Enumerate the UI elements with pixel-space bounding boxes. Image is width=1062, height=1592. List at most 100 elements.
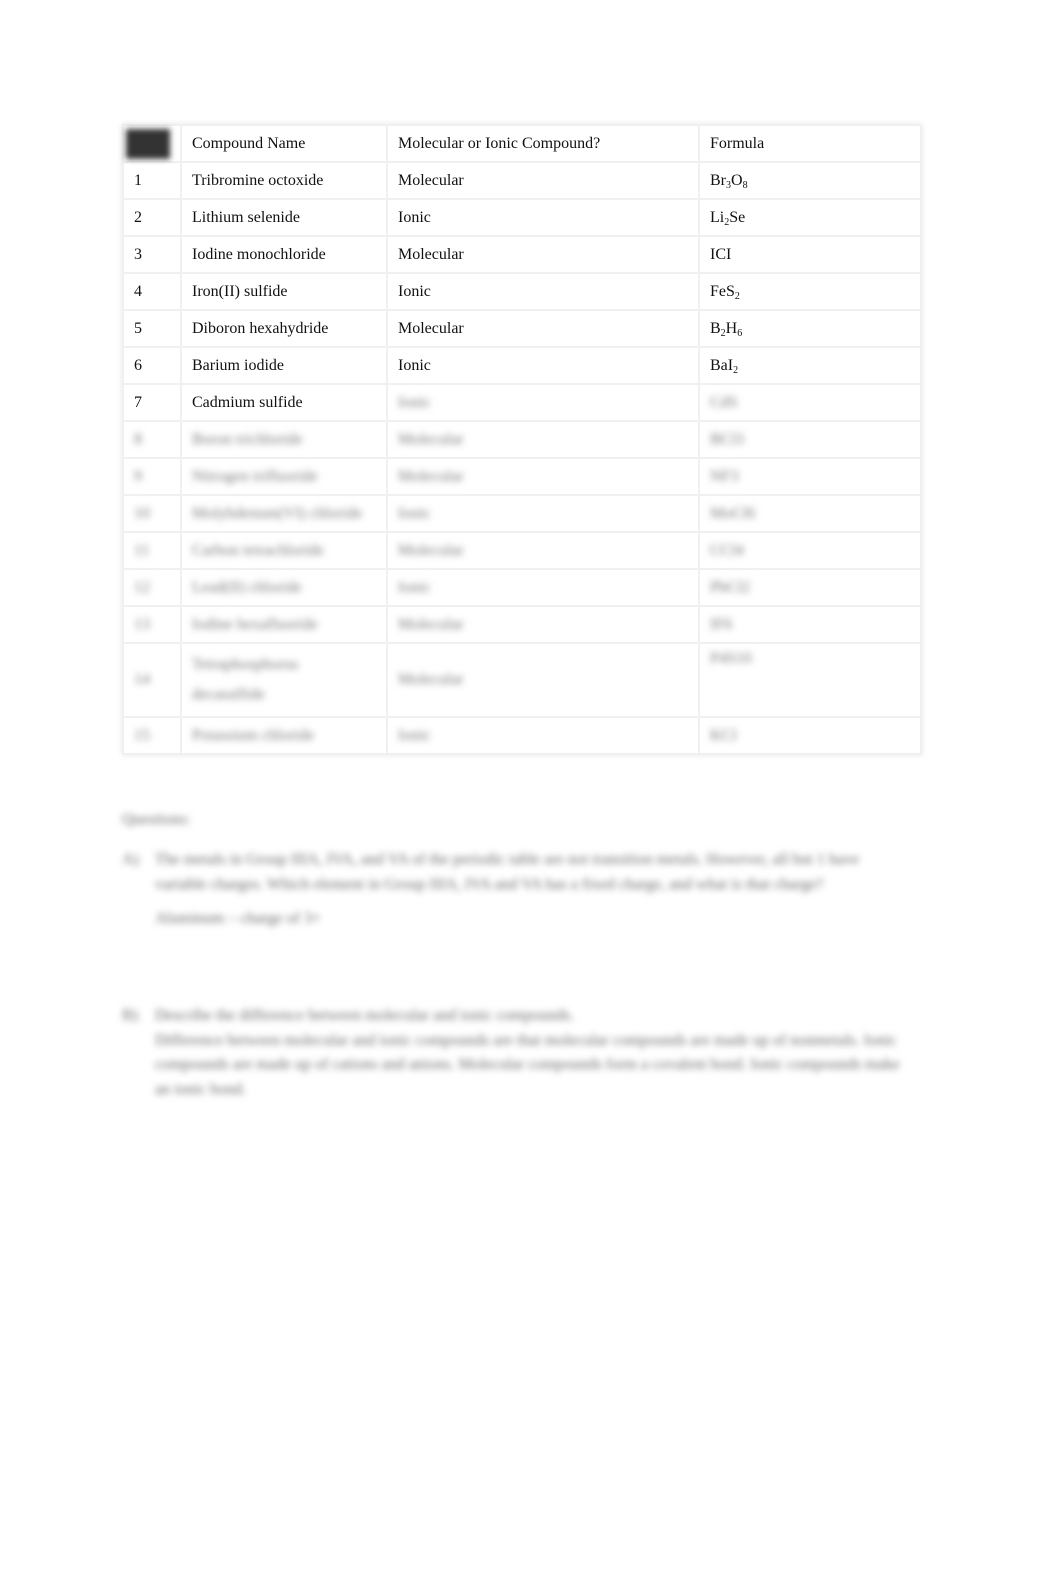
- compound-name-cell: Boron trichloride: [180, 420, 388, 459]
- formula: BCl3: [710, 431, 744, 448]
- formula: MoCl6: [710, 505, 755, 522]
- formula-part: H: [725, 319, 738, 337]
- compound-name-cell: Iron(II) sulfide: [180, 272, 388, 311]
- formula-part: PbCl2: [710, 578, 751, 596]
- question-b-label: B): [122, 1007, 138, 1024]
- formula-cell: PbCl2: [698, 568, 922, 607]
- formula-part: BCl3: [710, 430, 744, 448]
- row-number-cell: 11: [122, 531, 182, 570]
- formula-cell: Li2Se: [698, 198, 922, 237]
- compound-type-cell: Molecular: [386, 420, 700, 459]
- compound-name-cell: Iodine hexafluoride: [180, 605, 388, 644]
- compound-name-cell: Potassium chloride: [180, 716, 388, 755]
- table-row: 1 Tribromine octoxide Molecular Br3O8: [122, 161, 922, 200]
- compound-type-cell: Molecular: [386, 457, 700, 496]
- row-number-cell: 8: [122, 420, 182, 459]
- formula-cell: B2H6: [698, 309, 922, 348]
- row-number: 1: [134, 171, 142, 189]
- compound-type-cell: Ionic: [386, 346, 700, 385]
- formula-part: IF6: [710, 615, 733, 633]
- table-row: 3 Iodine monochloride Molecular ICI: [122, 235, 922, 274]
- compound-type: Molecular: [398, 430, 464, 448]
- compound-name-cell: Tetraphosphorus decasulfide: [180, 642, 388, 718]
- compound-name-cell: Diboron hexahydride: [180, 309, 388, 348]
- formula-cell: IF6: [698, 605, 922, 644]
- header-type: Molecular or Ionic Compound?: [386, 124, 700, 163]
- formula-part: 8: [742, 179, 748, 191]
- formula-part: FeS: [710, 282, 735, 300]
- formula-part: NF3: [710, 467, 739, 485]
- compound-type-cell: Ionic: [386, 568, 700, 607]
- row-number-cell: 2: [122, 198, 182, 237]
- table-row: 4 Iron(II) sulfide Ionic FeS2: [122, 272, 922, 311]
- compound-name-cell: Barium iodide: [180, 346, 388, 385]
- table-row: 11 Carbon tetrachloride Molecular CCl4: [122, 531, 922, 570]
- compound-type: Molecular: [398, 245, 464, 263]
- compound-type-cell: Ionic: [386, 716, 700, 755]
- row-number: 8: [134, 430, 142, 448]
- formula-part: Se: [729, 208, 746, 226]
- row-number: 12: [134, 578, 150, 596]
- compound-name: Cadmium sulfide: [192, 393, 303, 411]
- formula-cell: FeS2: [698, 272, 922, 311]
- compound-name-cell: Iodine monochloride: [180, 235, 388, 274]
- header-corner-cell: [122, 124, 182, 163]
- question-b-answer: Difference between molecular and ionic c…: [155, 1031, 900, 1098]
- compound-name: Iodine monochloride: [192, 245, 326, 263]
- compound-name-cell: Carbon tetrachloride: [180, 531, 388, 570]
- compound-type: Ionic: [398, 282, 431, 300]
- compound-type: Molecular: [398, 671, 464, 688]
- formula-part: Li: [710, 208, 725, 226]
- formula-cell: CCl4: [698, 531, 922, 570]
- formula-cell: P4S10: [698, 642, 922, 718]
- compound-name: Molybdenum(VI) chloride: [192, 504, 363, 522]
- compound-type-cell: Ionic: [386, 494, 700, 533]
- compound-name: Potassium chloride: [192, 726, 315, 744]
- compound-type: Ionic: [398, 578, 431, 596]
- question-a: A) The metals in Group IIIA, IVA, and VA …: [122, 848, 912, 932]
- row-number: 10: [134, 504, 150, 522]
- question-a-answer: Aluminum – charge of 3+: [155, 910, 322, 927]
- table-row: 14 Tetraphosphorus decasulfide Molecular P4…: [122, 642, 922, 718]
- table-row: 7 Cadmium sulfide Ionic CdS: [122, 383, 922, 422]
- formula: FeS2: [710, 282, 740, 302]
- formula-cell: BCl3: [698, 420, 922, 459]
- formula: KCl: [710, 727, 737, 744]
- compound-name: Nitrogen trifluoride: [192, 467, 318, 485]
- row-number: 9: [134, 467, 142, 485]
- compound-type-cell: Molecular: [386, 309, 700, 348]
- formula: IF6: [710, 616, 732, 633]
- compound-name-cell: Nitrogen trifluoride: [180, 457, 388, 496]
- table-row: 8 Boron trichloride Molecular BCl3: [122, 420, 922, 459]
- compound-name: Boron trichloride: [192, 430, 303, 448]
- formula-part: BaI: [710, 356, 734, 374]
- question-a-text: The metals in Group IIIA, IVA, and VA of…: [155, 851, 860, 893]
- compounds-table: Compound Name Molecular or Ionic Compoun…: [122, 124, 922, 755]
- formula: ICI: [710, 246, 731, 263]
- row-number: 15: [134, 726, 150, 744]
- question-a-label: A): [122, 851, 139, 868]
- compound-type-cell: Ionic: [386, 383, 700, 422]
- compound-type: Ionic: [398, 208, 431, 226]
- compound-type: Ionic: [398, 356, 431, 374]
- compound-type-cell: Molecular: [386, 642, 700, 718]
- table-row: 6 Barium iodide Ionic BaI2: [122, 346, 922, 385]
- compound-type-cell: Molecular: [386, 531, 700, 570]
- formula-part: O: [731, 171, 743, 189]
- row-number-cell: 5: [122, 309, 182, 348]
- compound-name: Carbon tetrachloride: [192, 541, 324, 559]
- compound-type-cell: Ionic: [386, 272, 700, 311]
- row-number: 14: [134, 671, 150, 688]
- header-compound-name: Compound Name: [180, 124, 388, 163]
- formula-cell: MoCl6: [698, 494, 922, 533]
- table-row: 5 Diboron hexahydride Molecular B2H6: [122, 309, 922, 348]
- formula: B2H6: [710, 319, 742, 339]
- formula: CdS: [710, 394, 738, 411]
- row-number-cell: 6: [122, 346, 182, 385]
- row-number: 3: [134, 245, 142, 263]
- row-number: 2: [134, 208, 142, 226]
- row-number: 13: [134, 615, 150, 633]
- formula: NF3: [710, 468, 738, 485]
- compound-name-cell: Tribromine octoxide: [180, 161, 388, 200]
- compound-name-cell: Molybdenum(VI) chloride: [180, 494, 388, 533]
